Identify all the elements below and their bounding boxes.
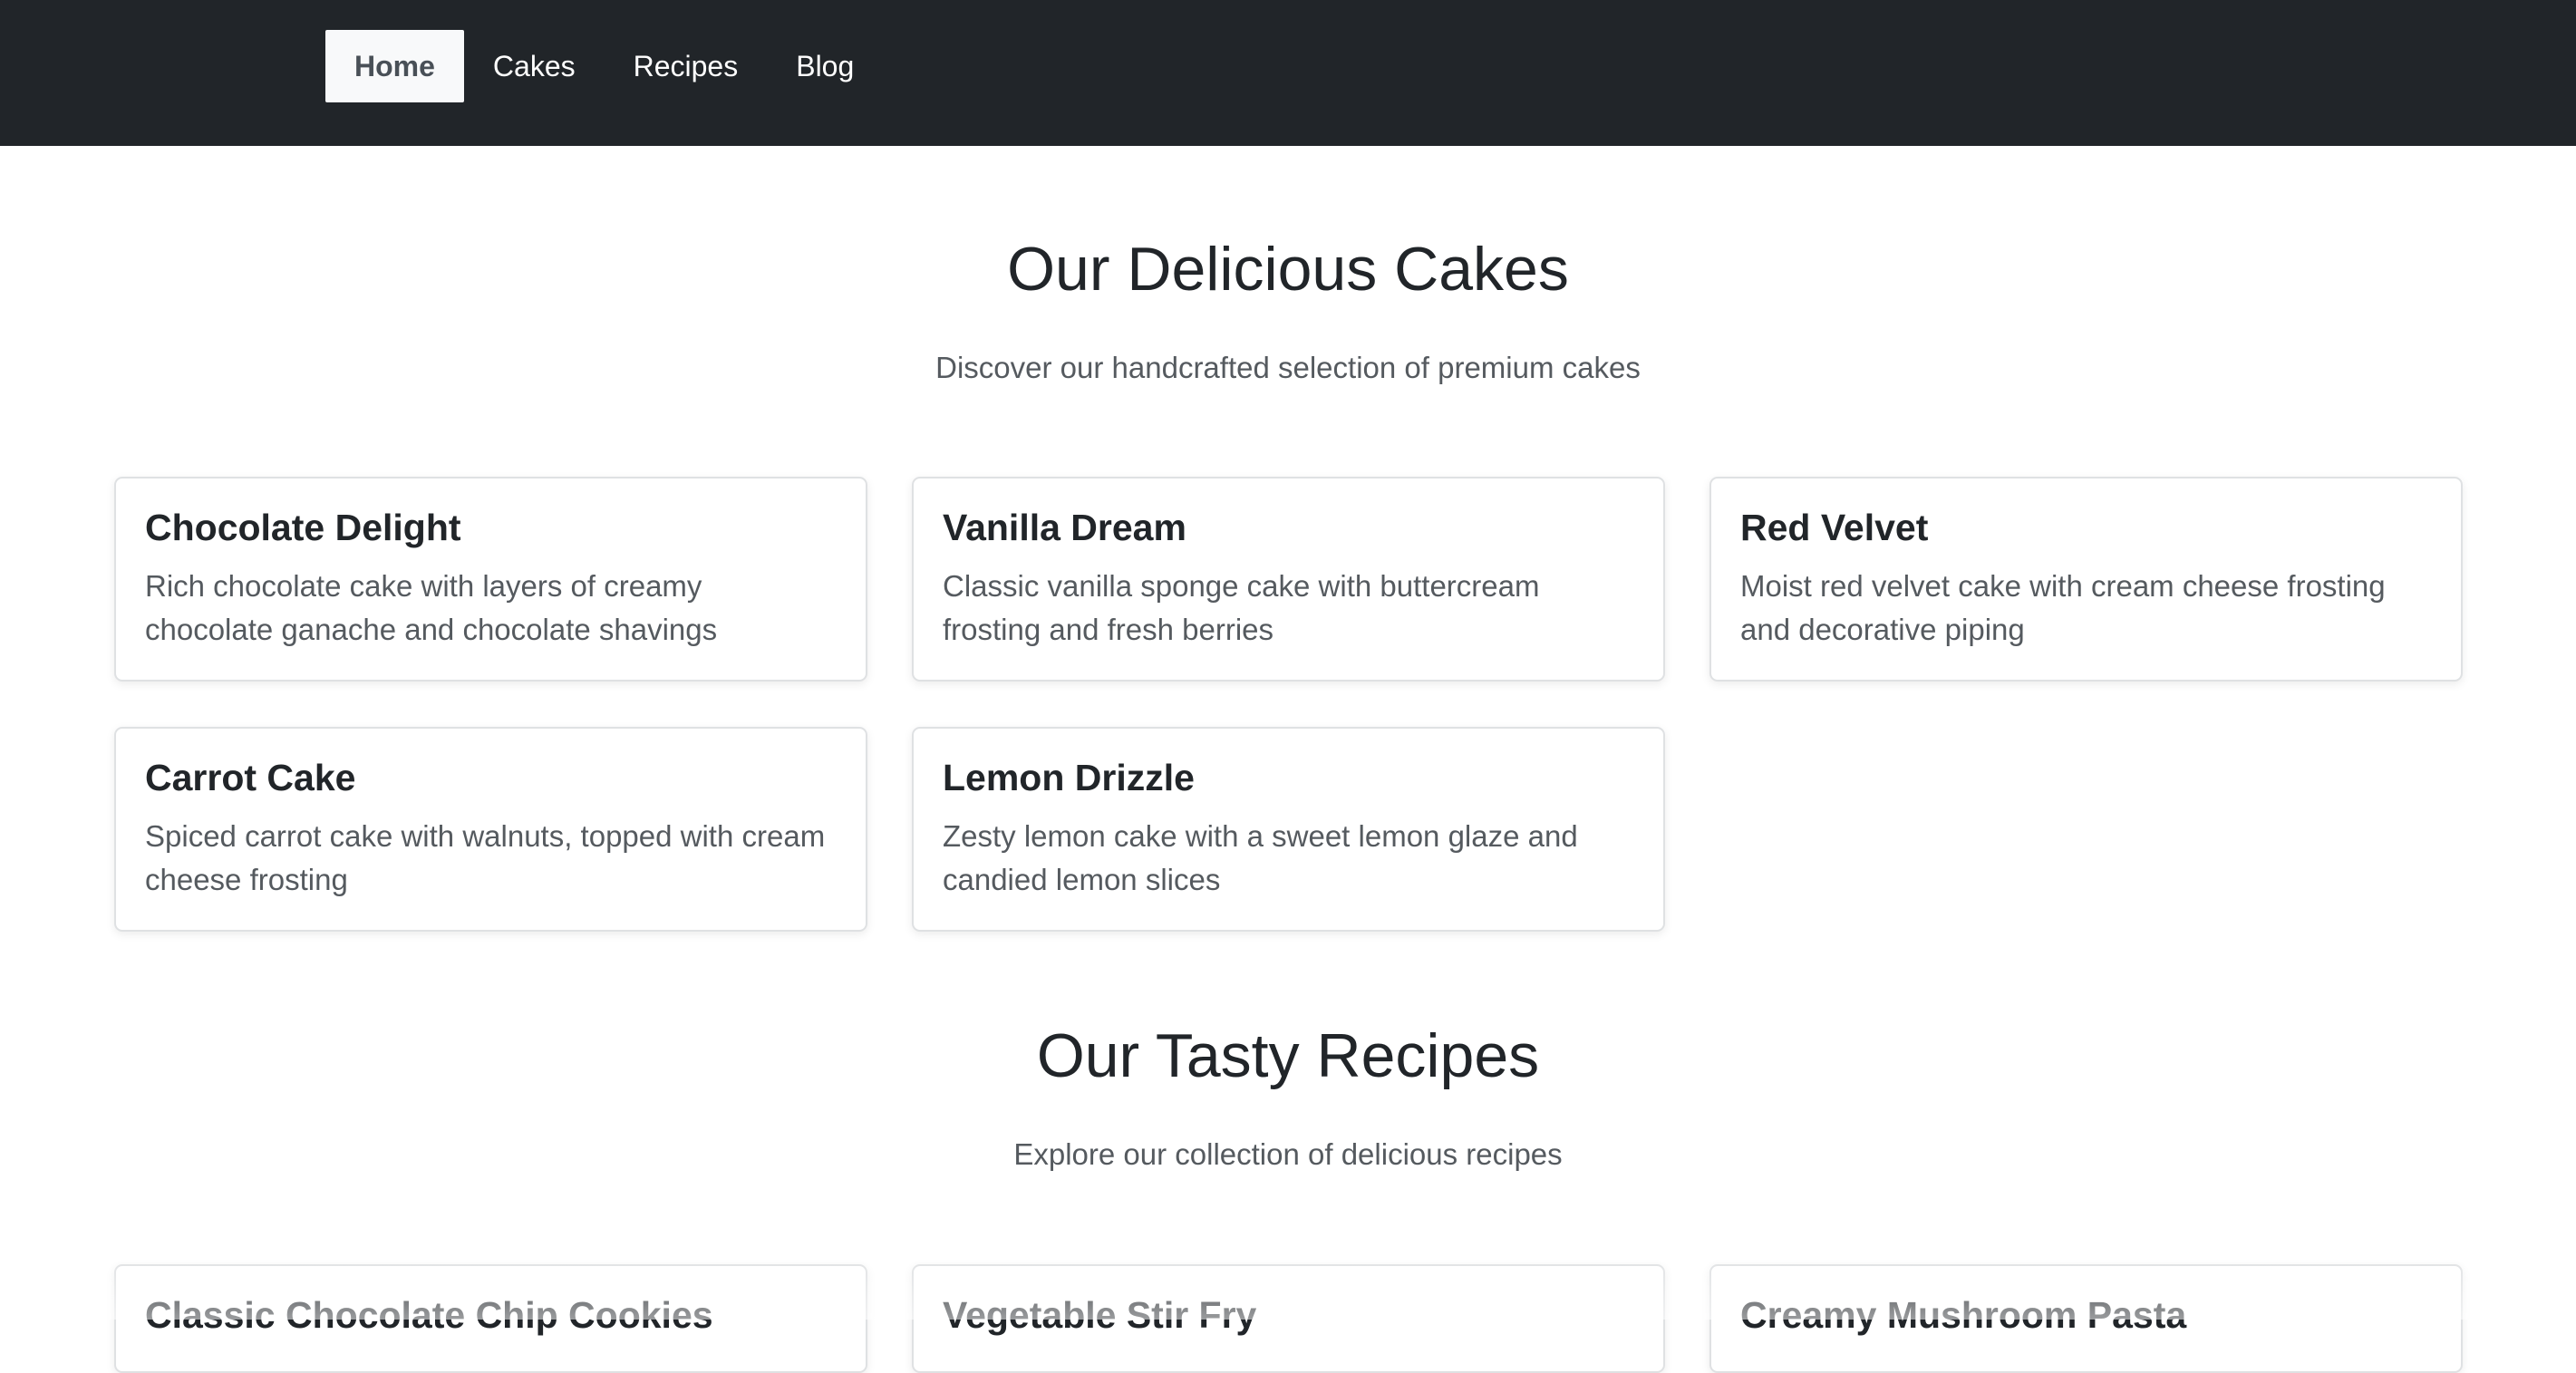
- nav-item-cakes[interactable]: Cakes: [464, 30, 605, 102]
- card-description: Spiced carrot cake with walnuts, topped …: [145, 819, 826, 896]
- card-description: Rich chocolate cake with layers of cream…: [145, 569, 718, 646]
- nav-item-home[interactable]: Home: [325, 30, 464, 102]
- card-title: Lemon Drizzle: [943, 757, 1195, 798]
- cake-card-vanilla-dream[interactable]: Vanilla Dream Classic vanilla sponge cak…: [912, 477, 1665, 682]
- cake-card-chocolate-delight[interactable]: Chocolate Delight Rich chocolate cake wi…: [114, 477, 867, 682]
- card-title: Vanilla Dream: [943, 507, 1186, 548]
- nav-item-recipes[interactable]: Recipes: [605, 30, 768, 102]
- recipe-card-vegetable-stir-fry[interactable]: Vegetable Stir Fry: [912, 1264, 1665, 1373]
- recipe-card-chocolate-chip-cookies[interactable]: Classic Chocolate Chip Cookies: [114, 1264, 867, 1373]
- cake-card-carrot-cake[interactable]: Carrot Cake Spiced carrot cake with waln…: [114, 727, 867, 932]
- cake-card-lemon-drizzle[interactable]: Lemon Drizzle Zesty lemon cake with a sw…: [912, 727, 1665, 932]
- card-description: Classic vanilla sponge cake with butterc…: [943, 569, 1540, 646]
- card-title: Red Velvet: [1740, 507, 1929, 548]
- card-description: Moist red velvet cake with cream cheese …: [1740, 569, 2386, 646]
- nav-item-blog[interactable]: Blog: [767, 30, 883, 102]
- nav-list: Home Cakes Recipes Blog: [325, 30, 883, 102]
- card-title: Vegetable Stir Fry: [943, 1294, 1257, 1336]
- cakes-section-subtitle: Discover our handcrafted selection of pr…: [935, 351, 1641, 384]
- card-title: Classic Chocolate Chip Cookies: [145, 1294, 713, 1336]
- recipe-card-creamy-mushroom-pasta[interactable]: Creamy Mushroom Pasta: [1709, 1264, 2463, 1373]
- cake-card-red-velvet[interactable]: Red Velvet Moist red velvet cake with cr…: [1709, 477, 2463, 682]
- recipes-section-title: Our Tasty Recipes: [1036, 1021, 1540, 1090]
- recipes-section-subtitle: Explore our collection of delicious reci…: [1013, 1137, 1563, 1171]
- card-title: Carrot Cake: [145, 757, 356, 798]
- card-title: Chocolate Delight: [145, 507, 461, 548]
- card-description: Zesty lemon cake with a sweet lemon glaz…: [943, 819, 1578, 896]
- top-navbar: Home Cakes Recipes Blog: [0, 0, 2576, 146]
- cakes-section-title: Our Delicious Cakes: [1007, 235, 1569, 304]
- card-title: Creamy Mushroom Pasta: [1740, 1294, 2187, 1336]
